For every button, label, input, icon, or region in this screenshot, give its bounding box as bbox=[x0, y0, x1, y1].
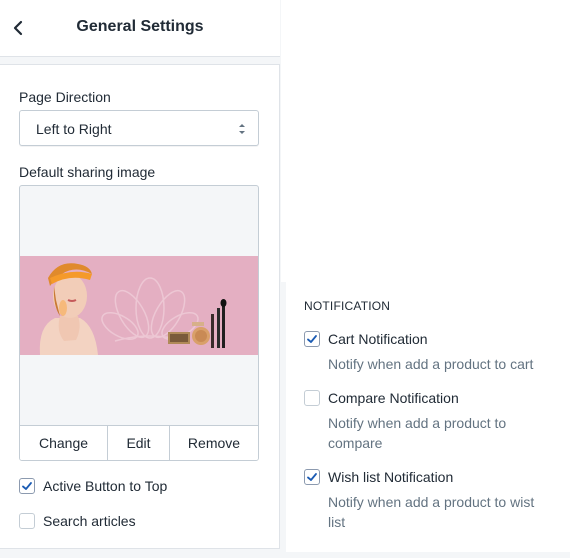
option-description: Notify when add a product to compare bbox=[328, 415, 507, 451]
search-articles-option[interactable]: Search articles bbox=[19, 513, 136, 529]
checkbox[interactable] bbox=[19, 513, 35, 529]
page-direction-value: Left to Right bbox=[36, 121, 112, 137]
cart-notification-option[interactable]: Cart Notification bbox=[304, 331, 554, 347]
compare-notification-option[interactable]: Compare Notification bbox=[304, 390, 554, 406]
wishlist-notification-item: Wish list Notification Notify when add a… bbox=[304, 469, 554, 532]
wishlist-notification-option[interactable]: Wish list Notification bbox=[304, 469, 554, 485]
checkmark-icon bbox=[307, 473, 317, 481]
option-label: Wish list Notification bbox=[328, 469, 454, 485]
option-description: Notify when add a product to wist list bbox=[328, 494, 535, 530]
cart-notification-item: Cart Notification Notify when add a prod… bbox=[304, 331, 554, 374]
checkbox[interactable] bbox=[304, 390, 320, 406]
page-direction-label: Page Direction bbox=[19, 89, 111, 105]
option-label: Compare Notification bbox=[328, 390, 459, 406]
option-label: Cart Notification bbox=[328, 331, 428, 347]
sharing-image-picker: Change Edit Remove bbox=[19, 185, 259, 461]
checkmark-icon bbox=[307, 335, 317, 343]
edit-image-button[interactable]: Edit bbox=[108, 426, 170, 460]
compare-notification-item: Compare Notification Notify when add a p… bbox=[304, 390, 554, 453]
sharing-image-label: Default sharing image bbox=[19, 164, 156, 180]
header-divider bbox=[0, 57, 280, 65]
preview-area bbox=[281, 0, 570, 282]
settings-panel: General Settings Page Direction Left to … bbox=[0, 0, 280, 558]
change-image-button[interactable]: Change bbox=[20, 426, 108, 460]
panel-footer-divider bbox=[0, 548, 280, 558]
checkmark-icon bbox=[22, 482, 32, 490]
remove-image-button[interactable]: Remove bbox=[170, 426, 258, 460]
notification-heading: NOTIFICATION bbox=[304, 299, 391, 313]
checkbox[interactable] bbox=[304, 469, 320, 485]
option-label: Search articles bbox=[43, 513, 136, 529]
checkbox[interactable] bbox=[304, 331, 320, 347]
page-title: General Settings bbox=[76, 18, 204, 35]
page-direction-select[interactable]: Left to Right bbox=[19, 110, 259, 146]
panel-header: General Settings bbox=[0, 0, 280, 57]
image-actions: Change Edit Remove bbox=[20, 425, 258, 460]
select-arrows-icon bbox=[238, 122, 246, 136]
option-label: Active Button to Top bbox=[43, 478, 168, 494]
section-gap-bottom bbox=[281, 552, 570, 558]
notification-section: NOTIFICATION Cart Notification Notify wh… bbox=[286, 282, 570, 552]
checkbox[interactable] bbox=[19, 478, 35, 494]
active-button-to-top-option[interactable]: Active Button to Top bbox=[19, 478, 167, 494]
sharing-image-preview bbox=[20, 256, 258, 355]
option-description: Notify when add a product to cart bbox=[328, 356, 534, 372]
